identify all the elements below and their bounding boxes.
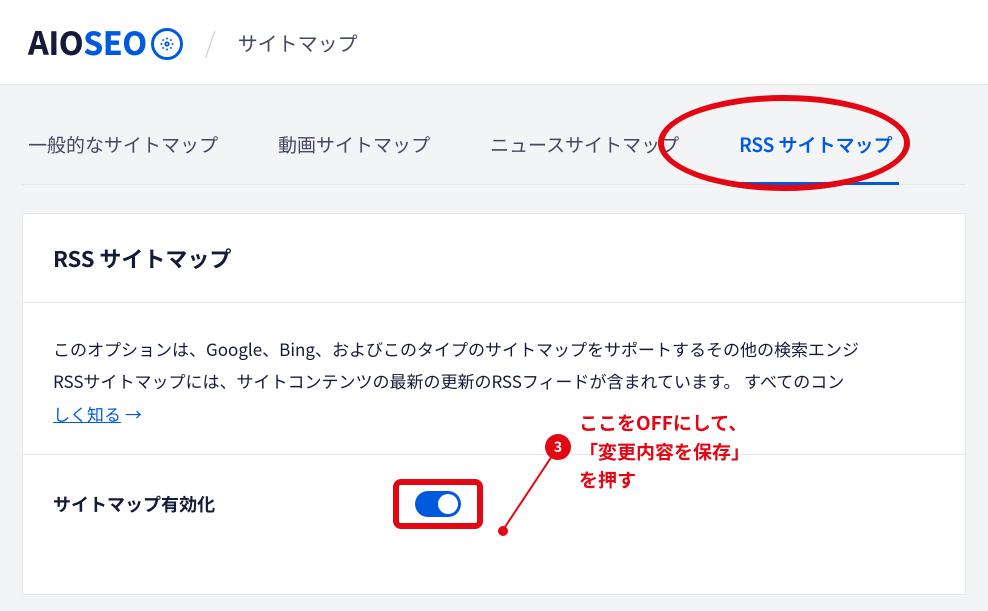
tab-video-sitemap[interactable]: 動画サイトマップ: [272, 113, 436, 184]
enable-sitemap-toggle[interactable]: [415, 491, 461, 517]
annotation-leader-dot: [498, 526, 508, 536]
desc-text-2: RSSサイトマップには、サイトコンテンツの最新の更新のRSSフィードが含まれてい…: [53, 368, 844, 393]
annotation-text: ここをOFFにして、 「変更内容を保存」 を押す: [579, 409, 750, 495]
enable-sitemap-label: サイトマップ有効化: [53, 491, 393, 517]
logo: AIOSEO: [28, 19, 183, 65]
tab-list: 一般的なサイトマップ 動画サイトマップ ニュースサイトマップ RSS サイトマッ…: [22, 113, 966, 185]
tab-rss-sitemap[interactable]: RSS サイトマップ: [733, 113, 899, 185]
tabs-container: 一般的なサイトマップ 動画サイトマップ ニュースサイトマップ RSS サイトマッ…: [0, 85, 988, 185]
annotation-number-badge: 3: [545, 434, 571, 460]
tab-news-sitemap[interactable]: ニュースサイトマップ: [484, 113, 685, 184]
annotation-line-3: を押す: [579, 466, 636, 493]
annotation-line-2: 「変更内容を保存」: [579, 438, 750, 465]
card-description: このオプションは、Google、Bing、およびこのタイプのサイトマップをサポー…: [23, 303, 965, 454]
breadcrumb-divider: /: [205, 22, 216, 62]
card-title: RSS サイトマップ: [23, 214, 965, 303]
annotation-line-1: ここをOFFにして、: [579, 409, 747, 436]
desc-text-1: このオプションは、Google、Bing、およびこのタイプのサイトマップをサポー…: [53, 336, 859, 361]
enable-sitemap-row: サイトマップ有効化: [23, 454, 965, 553]
settings-card: RSS サイトマップ このオプションは、Google、Bing、およびこのタイプ…: [22, 213, 966, 595]
gear-icon: [151, 28, 183, 60]
annotation-toggle-highlight: [393, 479, 483, 529]
logo-text-seo: SEO: [83, 19, 147, 65]
top-bar: AIOSEO / サイトマップ: [0, 0, 988, 85]
breadcrumb: サイトマップ: [238, 28, 358, 57]
learn-more-link[interactable]: しく知る: [53, 401, 121, 426]
arrow-icon: →: [125, 401, 142, 426]
toggle-knob: [438, 494, 458, 514]
logo-text-aio: AIO: [28, 19, 83, 65]
tab-general-sitemap[interactable]: 一般的なサイトマップ: [22, 113, 224, 184]
